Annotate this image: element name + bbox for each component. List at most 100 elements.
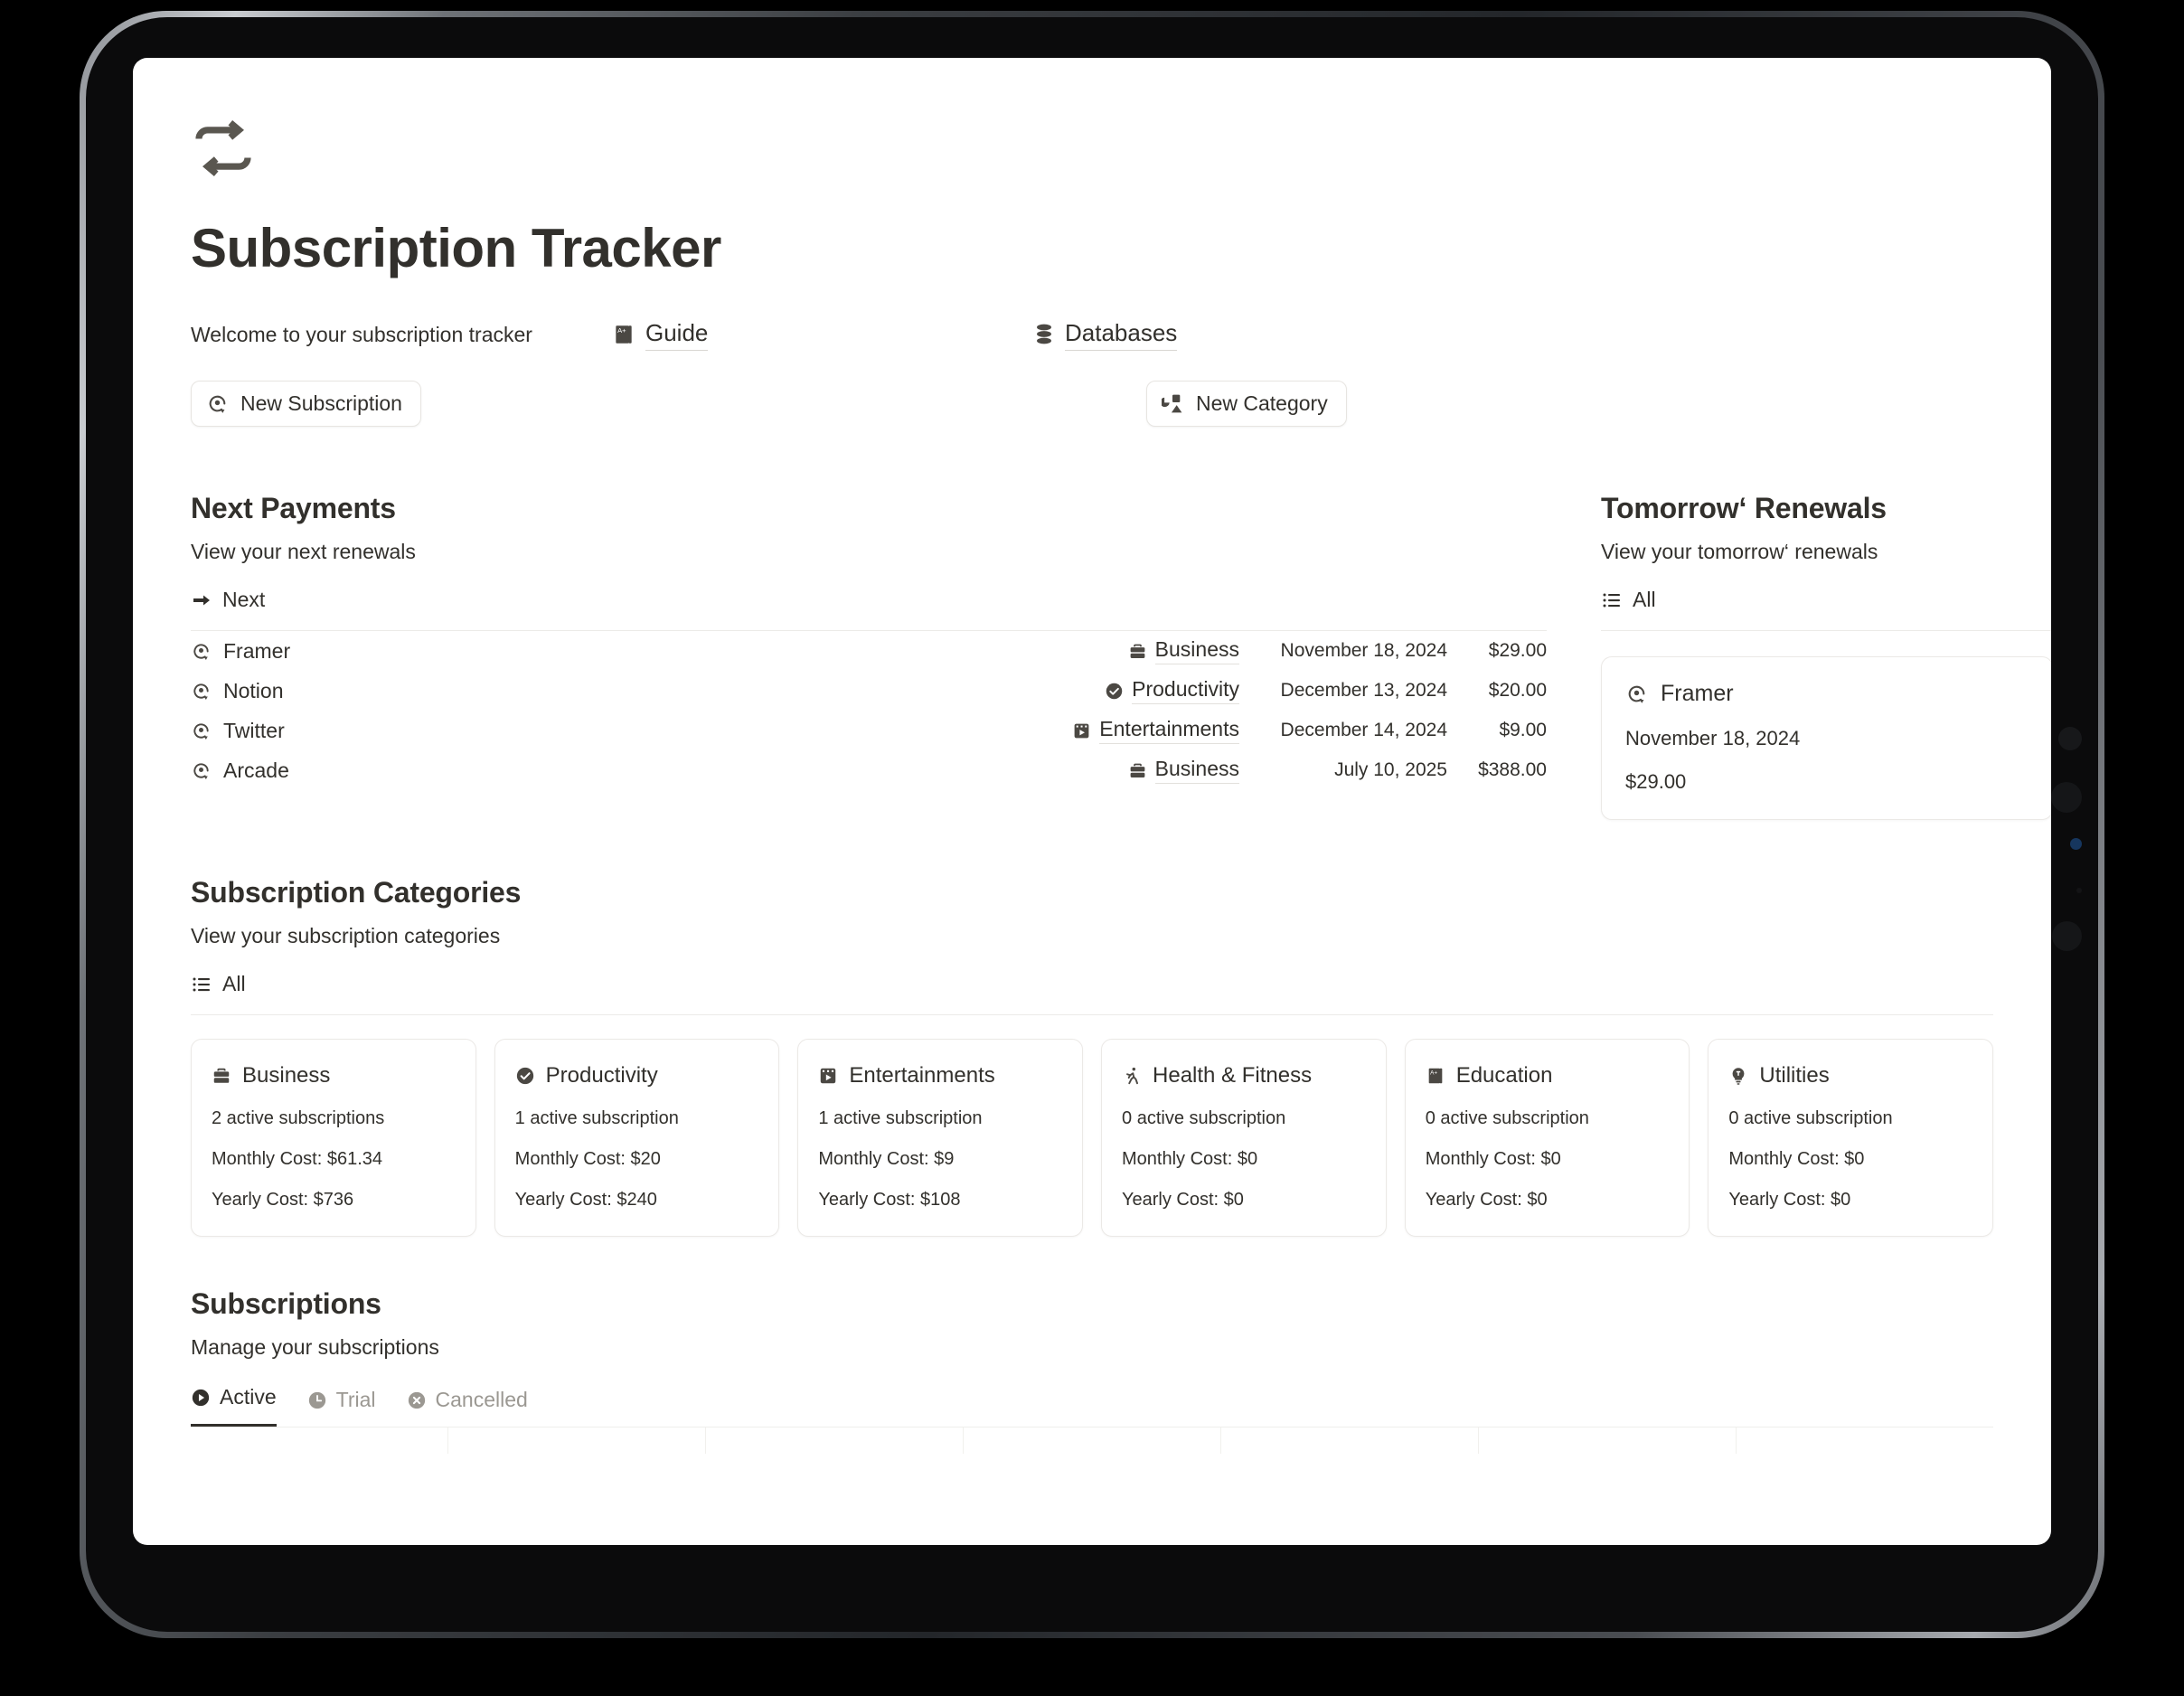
guide-link[interactable]: A+ Guide (612, 319, 1033, 351)
main-columns: Next Payments View your next renewals Ne… (191, 492, 2051, 820)
clock-icon (307, 1390, 327, 1410)
table-column-divider (448, 1427, 706, 1454)
tab-trial[interactable]: Trial (307, 1388, 376, 1427)
subscriptions-subtitle: Manage your subscriptions (191, 1335, 439, 1359)
category-yearly-cost: Yearly Cost: $240 (514, 1190, 657, 1210)
table-column-divider (706, 1427, 964, 1454)
table-row[interactable]: Arcade Business July 10, 2025 $388.00 (191, 750, 1547, 790)
category-card-header: A+ Education (1426, 1063, 1670, 1088)
category-card[interactable]: Utilities 0 active subscription Monthly … (1708, 1039, 1994, 1237)
subscription-refresh-icon (191, 641, 212, 662)
subscription-name-cell[interactable]: Framer (191, 639, 1128, 664)
category-card[interactable]: Health & Fitness 0 active subscription M… (1101, 1039, 1387, 1237)
category-cell[interactable]: Business (1128, 637, 1239, 664)
briefcase-icon (1128, 642, 1147, 661)
category-card-name: Entertainments (849, 1063, 995, 1088)
tomorrow-renewals-title: Tomorrow‘ Renewals (1601, 492, 1887, 524)
briefcase-icon (1128, 761, 1147, 780)
svg-text:A+: A+ (617, 326, 626, 334)
subscription-name-cell[interactable]: Notion (191, 679, 1105, 703)
category-card[interactable]: Business 2 active subscriptions Monthly … (191, 1039, 476, 1237)
renewal-card[interactable]: Framer November 18, 2024 $29.00 (1601, 656, 2051, 820)
subscription-refresh-icon (191, 681, 212, 702)
category-label: Entertainments (1099, 717, 1239, 744)
category-cell[interactable]: Business (1128, 757, 1239, 784)
table-row[interactable]: Twitter Entertainments December 14, 2024… (191, 711, 1547, 750)
tab-active[interactable]: Active (191, 1385, 277, 1427)
sensor-dot (2058, 727, 2082, 750)
next-payments-section: Next Payments View your next renewals Ne… (191, 492, 1547, 820)
category-card-name: Productivity (545, 1063, 658, 1088)
renewal-card-title: Framer (1625, 681, 2029, 707)
category-card-grid: Business 2 active subscriptions Monthly … (191, 1039, 1994, 1237)
category-card[interactable]: A+ Education 0 active subscription Month… (1404, 1039, 1690, 1237)
table-column-divider (964, 1427, 1221, 1454)
subscription-name-cell[interactable]: Arcade (191, 758, 1128, 783)
amount: $20.00 (1488, 680, 1547, 701)
subscription-refresh-icon (191, 760, 212, 781)
tomorrow-renewals-subtitle: View your tomorrow‘ renewals (1601, 540, 1878, 563)
subscriptions-title: Subscriptions (191, 1287, 381, 1320)
next-payments-view-tab[interactable]: Next (191, 588, 265, 612)
renewal-card-date: November 18, 2024 (1625, 727, 1801, 749)
renewal-date: November 18, 2024 (1280, 640, 1447, 661)
category-monthly-cost: Monthly Cost: $0 (1122, 1149, 1258, 1169)
tab-cancelled-label: Cancelled (435, 1388, 528, 1411)
table-column-divider (191, 1427, 448, 1454)
subscription-categories-divider (191, 1013, 1993, 1015)
list-icon (1601, 589, 1623, 611)
category-card-header: Health & Fitness (1122, 1063, 1366, 1088)
camera-dot (2051, 782, 2082, 813)
new-subscription-button-label: New Subscription (240, 391, 402, 415)
subscription-categories-title: Subscription Categories (191, 876, 522, 909)
amount: $29.00 (1488, 640, 1547, 661)
microphone-dot (2076, 888, 2082, 893)
play-circle-icon (191, 1388, 211, 1408)
page-title: Subscription Tracker (191, 218, 721, 278)
category-monthly-cost: Monthly Cost: $0 (1425, 1149, 1561, 1169)
category-monthly-cost: Monthly Cost: $9 (818, 1149, 955, 1169)
category-monthly-cost: Monthly Cost: $61.34 (212, 1149, 382, 1169)
table-row[interactable]: Notion Productivity December 13, 2024 $2… (191, 671, 1547, 711)
check-circle-icon (1105, 682, 1124, 701)
subscription-name-cell[interactable]: Twitter (191, 719, 1072, 743)
category-cell[interactable]: Entertainments (1072, 717, 1239, 744)
subscription-name: Arcade (223, 758, 289, 782)
briefcase-icon (212, 1066, 231, 1086)
running-icon (1122, 1066, 1142, 1086)
tomorrow-renewals-divider (1601, 629, 2051, 631)
databases-link[interactable]: Databases (1033, 319, 1178, 351)
subscription-name: Notion (223, 678, 284, 702)
tab-cancelled[interactable]: Cancelled (407, 1388, 528, 1427)
next-payments-title: Next Payments (191, 492, 396, 524)
page-content: Subscription Tracker Welcome to your sub… (133, 58, 2051, 1545)
category-card-header: Business (212, 1063, 456, 1088)
subscription-categories-view-tab[interactable]: All (191, 972, 246, 996)
category-card[interactable]: Entertainments 1 active subscription Mon… (797, 1039, 1084, 1237)
category-card[interactable]: Productivity 1 active subscription Month… (494, 1039, 780, 1237)
subscription-categories-subtitle: View your subscription categories (191, 924, 501, 947)
table-row[interactable]: Framer Business November 18, 2024 $29.00 (191, 631, 1547, 671)
category-monthly-cost: Monthly Cost: $20 (514, 1149, 661, 1169)
category-label: Business (1154, 757, 1239, 784)
category-active-count: 1 active subscription (818, 1108, 983, 1128)
category-active-count: 0 active subscription (1425, 1108, 1589, 1128)
new-category-button-label: New Category (1195, 391, 1328, 415)
new-subscription-button[interactable]: New Subscription (191, 381, 421, 427)
category-yearly-cost: Yearly Cost: $108 (818, 1190, 961, 1210)
new-category-button[interactable]: New Category (1145, 381, 1347, 427)
next-payments-view-label: Next (222, 588, 266, 611)
subscriptions-table-header (191, 1427, 1993, 1454)
subscriptions-tab-bar: Active Trial Cancelled (191, 1385, 1993, 1427)
category-cell[interactable]: Productivity (1105, 677, 1239, 704)
device-stage: Subscription Tracker Welcome to your sub… (0, 0, 2184, 1696)
category-card-name: Education (1455, 1063, 1553, 1088)
tomorrow-renewals-view-tab[interactable]: All (1601, 588, 1656, 612)
category-card-name: Utilities (1759, 1063, 1830, 1088)
category-yearly-cost: Yearly Cost: $0 (1425, 1190, 1548, 1210)
subscription-name: Twitter (223, 718, 285, 742)
subscriptions-section: Subscriptions Manage your subscriptions (191, 1287, 1993, 1454)
category-yearly-cost: Yearly Cost: $0 (1122, 1190, 1244, 1210)
tab-active-label: Active (220, 1385, 277, 1409)
table-column-divider (1737, 1427, 1993, 1454)
